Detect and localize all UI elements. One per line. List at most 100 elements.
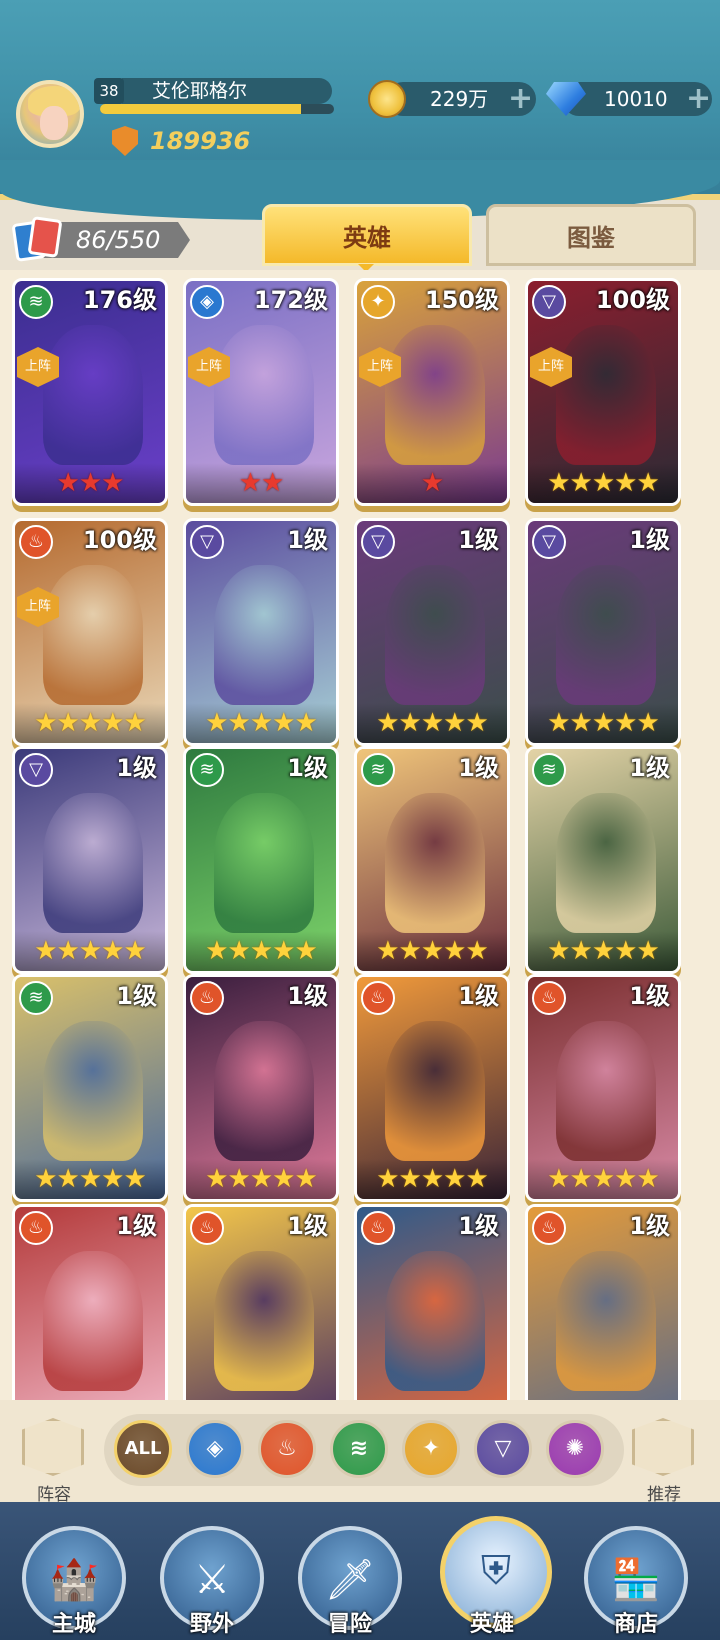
tab-heroes[interactable]: 英雄	[262, 204, 472, 266]
hero-card[interactable]: ♨ 1级	[354, 1204, 510, 1400]
hero-card[interactable]: ≋ 176级 上阵 ★★★	[12, 278, 168, 506]
fire-faction-icon: ♨	[190, 981, 224, 1015]
hero-level: 1级	[629, 754, 670, 782]
fire-faction-icon: ♨	[532, 1211, 566, 1245]
hero-card[interactable]: ♨ 1级 ★★★★★	[183, 974, 339, 1202]
star-rating: ★★★★★	[186, 703, 336, 743]
hero-level: 1级	[629, 1212, 670, 1240]
tab-codex[interactable]: 图鉴	[486, 204, 696, 266]
hero-card[interactable]: ♨ 1级	[183, 1204, 339, 1400]
hero-card[interactable]: ≋ 1级 ★★★★★	[183, 746, 339, 974]
hero-figure	[214, 793, 314, 933]
filter-2-button[interactable]: ♨	[258, 1420, 316, 1478]
hero-figure	[385, 565, 485, 705]
hero-figure	[43, 1251, 143, 1391]
hero-card[interactable]: ♨ 1级	[525, 1204, 681, 1400]
star-rating: ★★★★★	[528, 931, 678, 971]
hero-card[interactable]: ▽ 1级 ★★★★★	[183, 518, 339, 746]
hero-card[interactable]: ▽ 100级 上阵 ★★★★★	[525, 278, 681, 506]
dark-faction-icon: ▽	[532, 285, 566, 319]
hero-figure	[385, 325, 485, 465]
filter-5-button[interactable]: ▽	[474, 1420, 532, 1478]
star-rating: ★★	[186, 463, 336, 503]
gem-amount: 10010	[604, 87, 668, 111]
add-gold-button[interactable]: +	[508, 82, 533, 116]
star-rating: ★★★★★	[528, 703, 678, 743]
filter-6-button[interactable]: ✺	[546, 1420, 604, 1478]
hero-level: 172级	[253, 286, 328, 314]
add-gem-button[interactable]: +	[686, 82, 711, 116]
hero-card[interactable]: ♨ 1级 ★★★★★	[525, 974, 681, 1202]
star-rating: ★★★★★	[528, 463, 678, 503]
filter-4-button[interactable]: ✦	[402, 1420, 460, 1478]
hero-figure	[385, 793, 485, 933]
hero-card[interactable]: ✦ 150级 上阵 ★	[354, 278, 510, 506]
star-rating: ★★★★★	[357, 1159, 507, 1199]
hero-level: 1级	[458, 982, 499, 1010]
hero-level: 1级	[116, 982, 157, 1010]
hero-level: 1级	[629, 526, 670, 554]
hero-figure	[43, 325, 143, 465]
hero-card[interactable]: ≋ 1级 ★★★★★	[354, 746, 510, 974]
hero-level: 1级	[458, 754, 499, 782]
hero-figure	[43, 1021, 143, 1161]
hero-card[interactable]: ≋ 1级 ★★★★★	[12, 974, 168, 1202]
hero-figure	[43, 793, 143, 933]
hero-card[interactable]: ♨ 1级 ★★★★★	[354, 974, 510, 1202]
power-shield-icon	[112, 126, 138, 156]
star-rating: ★★★★★	[186, 931, 336, 971]
gold-amount: 229万	[430, 87, 489, 111]
wind-faction-icon: ≋	[19, 285, 53, 319]
hero-card[interactable]: ≋ 1级 ★★★★★	[525, 746, 681, 974]
nav-0-label: 主城	[51, 1612, 96, 1637]
hero-cards-icon	[11, 216, 64, 262]
star-rating: ★★★★★	[357, 703, 507, 743]
star-rating: ★★★★★	[357, 931, 507, 971]
star-rating: ★★★★★	[15, 703, 165, 743]
hero-card[interactable]: ▽ 1级 ★★★★★	[354, 518, 510, 746]
wind-faction-icon: ≋	[532, 753, 566, 787]
hero-level: 176级	[82, 286, 157, 314]
hero-level: 1级	[287, 754, 328, 782]
player-avatar[interactable]	[16, 80, 84, 148]
hero-level: 1级	[458, 526, 499, 554]
hero-figure	[385, 1021, 485, 1161]
wind-faction-icon: ≋	[190, 753, 224, 787]
dark-faction-icon: ▽	[190, 525, 224, 559]
hero-grid: ≋ 176级 上阵 ★★★ ◈ 172级 上阵 ★★ ✦ 150级 上阵 ★ ▽ 100级 上阵 ★★★★★ ♨…	[0, 270, 720, 1400]
combat-power: 189936	[150, 127, 251, 155]
hero-figure	[556, 565, 656, 705]
hero-card[interactable]: ▽ 1级 ★★★★★	[12, 746, 168, 974]
hero-card[interactable]: ▽ 1级 ★★★★★	[525, 518, 681, 746]
top-header: 38 艾伦耶格尔 189936 229万 + 10010 +	[0, 0, 720, 220]
hero-count: 86/550	[76, 226, 161, 254]
fire-faction-icon: ♨	[190, 1211, 224, 1245]
lineup-button[interactable]	[22, 1418, 84, 1476]
filter-3-button[interactable]: ≋	[330, 1420, 388, 1478]
fire-faction-icon: ♨	[19, 1211, 53, 1245]
nav-4-label: 商店	[613, 1612, 658, 1637]
hero-card[interactable]: ◈ 172级 上阵 ★★	[183, 278, 339, 506]
hero-level: 1级	[287, 982, 328, 1010]
gold-coin-icon	[368, 80, 406, 118]
hero-level: 1级	[458, 1212, 499, 1240]
player-level-badge: 38	[94, 78, 124, 104]
filter-1-button[interactable]: ◈	[186, 1420, 244, 1478]
nav-2-label: 冒险	[327, 1612, 372, 1637]
light-faction-icon: ✦	[361, 285, 395, 319]
filter-0-button[interactable]: ALL	[114, 1420, 172, 1478]
star-rating: ★★★	[15, 463, 165, 503]
dark-faction-icon: ▽	[532, 525, 566, 559]
hero-figure	[43, 565, 143, 705]
hero-card[interactable]: ♨ 1级	[12, 1204, 168, 1400]
hero-figure	[556, 325, 656, 465]
fire-faction-icon: ♨	[361, 981, 395, 1015]
hero-level: 1级	[629, 982, 670, 1010]
wind-faction-icon: ≋	[19, 981, 53, 1015]
nav-1-label: 野外	[189, 1612, 234, 1637]
hero-figure	[214, 325, 314, 465]
recommend-button[interactable]	[632, 1418, 694, 1476]
hero-figure	[385, 1251, 485, 1391]
hero-card[interactable]: ♨ 100级 上阵 ★★★★★	[12, 518, 168, 746]
hero-figure	[556, 1251, 656, 1391]
